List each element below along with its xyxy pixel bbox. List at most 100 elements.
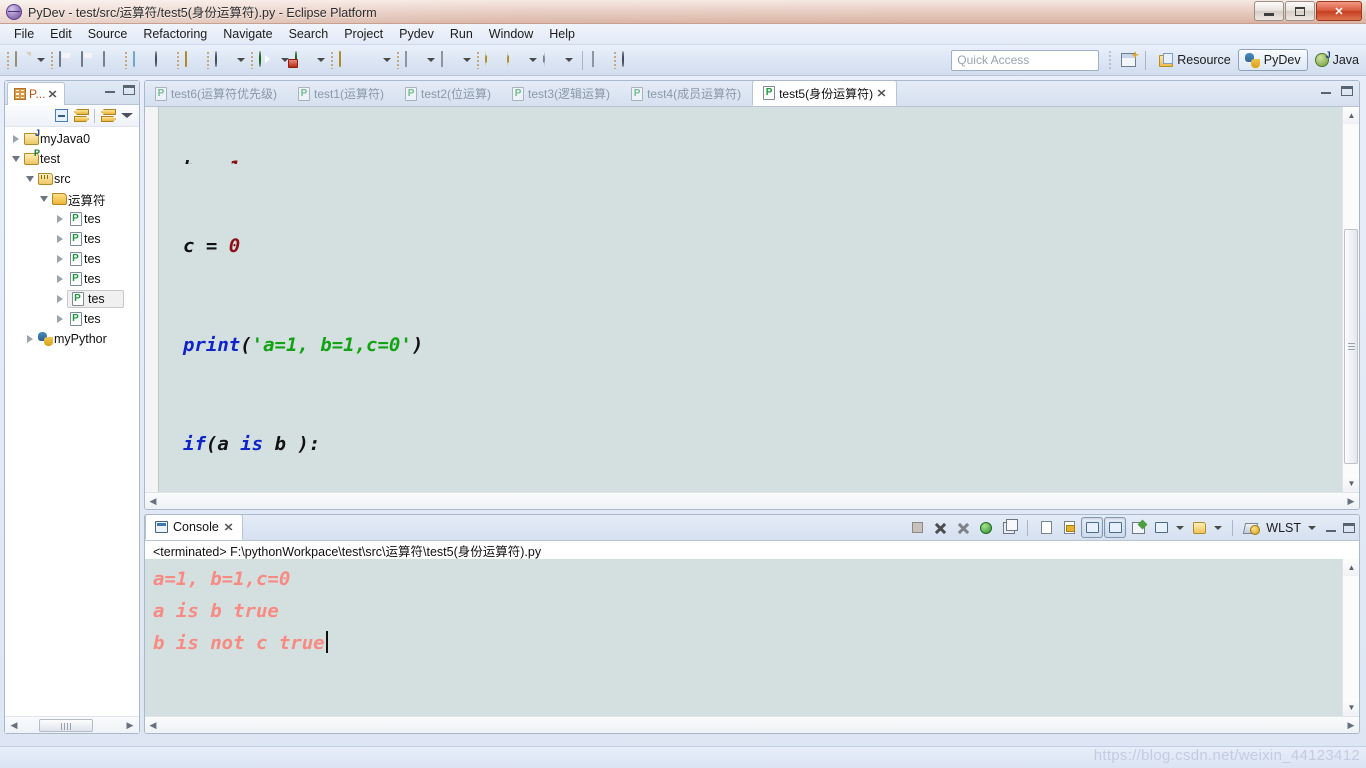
- expand-toggle[interactable]: [53, 295, 67, 303]
- clear-console-button[interactable]: [1035, 517, 1057, 538]
- menu-edit[interactable]: Edit: [42, 25, 80, 43]
- tab-test1[interactable]: test1(运算符): [288, 81, 395, 106]
- print-button[interactable]: [100, 49, 122, 71]
- menu-pydev[interactable]: Pydev: [391, 25, 442, 43]
- tab-test6[interactable]: test6(运算符优先级): [145, 81, 288, 106]
- remove-launch-button[interactable]: [929, 517, 951, 538]
- pen-button[interactable]: [358, 49, 380, 71]
- expand-toggle[interactable]: [53, 255, 67, 263]
- close-icon[interactable]: ✕: [877, 87, 887, 100]
- next-annotation-button[interactable]: [402, 49, 424, 71]
- close-icon[interactable]: ✕: [48, 88, 58, 101]
- search-button[interactable]: [619, 49, 641, 71]
- perspective-java[interactable]: Java: [1308, 49, 1366, 71]
- tree-item-file[interactable]: tes: [5, 309, 139, 329]
- scroll-left-icon[interactable]: ◀: [145, 496, 161, 507]
- expand-toggle[interactable]: [53, 315, 67, 323]
- expand-toggle[interactable]: [23, 335, 37, 343]
- code-editor[interactable]: b = 1 c = 0 print('a=1, b=1,c=0') if(a i…: [145, 107, 1359, 509]
- scroll-right-icon[interactable]: ▶: [123, 720, 137, 731]
- quick-access-input[interactable]: Quick Access: [951, 49, 1100, 71]
- wlst-caret-icon[interactable]: [1308, 525, 1316, 530]
- tab-test5[interactable]: test5(身份运算符) ✕: [752, 81, 898, 106]
- link-with-editor-icon[interactable]: [74, 109, 88, 122]
- maximize-console-icon[interactable]: [1343, 522, 1355, 533]
- explorer-horizontal-scrollbar[interactable]: ◀ ▶: [5, 716, 139, 733]
- tree-item-test[interactable]: test: [5, 148, 139, 169]
- open-resource-button[interactable]: [182, 49, 204, 71]
- new-button[interactable]: [12, 49, 34, 71]
- perspective-resource[interactable]: Resource: [1152, 49, 1238, 71]
- scroll-lock-button[interactable]: [1058, 517, 1080, 538]
- menu-help[interactable]: Help: [541, 25, 583, 43]
- menu-refactoring[interactable]: Refactoring: [135, 25, 215, 43]
- menu-file[interactable]: File: [6, 25, 42, 43]
- run-external-button[interactable]: [292, 49, 314, 71]
- expand-toggle[interactable]: [23, 176, 37, 182]
- console-horizontal-scrollbar[interactable]: ◀ ▶: [145, 716, 1359, 733]
- console-vertical-scrollbar[interactable]: ▲ ▼: [1342, 559, 1359, 716]
- display-selected-console-button[interactable]: [998, 517, 1020, 538]
- scroll-right-icon[interactable]: ▶: [1343, 720, 1359, 731]
- back-dropdown-icon[interactable]: [529, 58, 537, 62]
- last-edit-button[interactable]: [504, 49, 526, 71]
- terminate-button[interactable]: [906, 517, 928, 538]
- debug-button[interactable]: [212, 49, 234, 71]
- relaunch-button[interactable]: [975, 517, 997, 538]
- prev-annotation-button[interactable]: [438, 49, 460, 71]
- minimize-button[interactable]: [1254, 1, 1284, 21]
- expand-toggle[interactable]: [53, 235, 67, 243]
- tab-test3[interactable]: test3(逻辑运算): [502, 81, 621, 106]
- tree-item-file-selected[interactable]: tes: [5, 289, 139, 309]
- minimize-view-icon[interactable]: [105, 85, 115, 93]
- forward-dropdown-icon[interactable]: [565, 58, 573, 62]
- open-console-button[interactable]: [1188, 517, 1210, 538]
- next-annotation-dropdown-icon[interactable]: [427, 58, 435, 62]
- open-type-button[interactable]: [336, 49, 358, 71]
- tab-console[interactable]: Console ✕: [145, 515, 244, 540]
- back-button[interactable]: [482, 49, 504, 71]
- run-button[interactable]: [256, 49, 278, 71]
- prev-annotation-dropdown-icon[interactable]: [463, 58, 471, 62]
- tab-test2[interactable]: test2(位运算): [395, 81, 502, 106]
- tab-test4[interactable]: test4(成员运算符): [621, 81, 752, 106]
- display-console-caret-icon[interactable]: [1176, 525, 1185, 530]
- tree-item-file[interactable]: tes: [5, 269, 139, 289]
- wlst-button[interactable]: [1240, 517, 1262, 538]
- pin-editor-button[interactable]: [589, 49, 611, 71]
- toolbar-grip[interactable]: [1108, 50, 1113, 70]
- expand-toggle[interactable]: [37, 196, 51, 202]
- scroll-up-icon[interactable]: ▲: [1343, 559, 1359, 576]
- collapse-all-icon[interactable]: [55, 109, 68, 122]
- scroll-right-icon[interactable]: ▶: [1343, 496, 1359, 507]
- expand-toggle[interactable]: [9, 156, 23, 162]
- maximize-view-icon[interactable]: [123, 85, 135, 95]
- scroll-track[interactable]: [21, 718, 123, 732]
- scroll-thumb[interactable]: [1344, 229, 1358, 464]
- expand-toggle[interactable]: [9, 135, 23, 143]
- menu-project[interactable]: Project: [336, 25, 391, 43]
- maximize-editor-icon[interactable]: [1341, 86, 1353, 96]
- menu-navigate[interactable]: Navigate: [215, 25, 280, 43]
- tree-item-file[interactable]: tes: [5, 209, 139, 229]
- pin-console-button[interactable]: [1127, 517, 1149, 538]
- tree-item-operators-folder[interactable]: 运算符: [5, 189, 139, 209]
- tree-item-myjava0[interactable]: myJava0: [5, 128, 139, 149]
- scroll-down-icon[interactable]: ▼: [1343, 475, 1359, 492]
- tree-item-src[interactable]: src: [5, 169, 139, 189]
- editor-vertical-scrollbar[interactable]: ▲ ▼: [1342, 107, 1359, 492]
- close-icon[interactable]: ✕: [223, 521, 233, 534]
- new-wizard-button[interactable]: [130, 49, 152, 71]
- show-console-on-error-button[interactable]: [1104, 517, 1127, 538]
- expand-toggle[interactable]: [53, 275, 67, 283]
- editor-horizontal-scrollbar[interactable]: ◀ ▶: [145, 492, 1359, 509]
- save-button[interactable]: [56, 49, 78, 71]
- display-selected-console-menu-button[interactable]: [1150, 517, 1172, 538]
- scroll-down-icon[interactable]: ▼: [1343, 699, 1359, 716]
- minimize-editor-icon[interactable]: [1321, 86, 1331, 94]
- menu-source[interactable]: Source: [80, 25, 136, 43]
- close-button[interactable]: ✕: [1316, 1, 1362, 21]
- show-console-on-output-button[interactable]: [1081, 517, 1104, 538]
- forward-button[interactable]: [540, 49, 562, 71]
- tree-item-mypython[interactable]: myPythor: [5, 329, 139, 349]
